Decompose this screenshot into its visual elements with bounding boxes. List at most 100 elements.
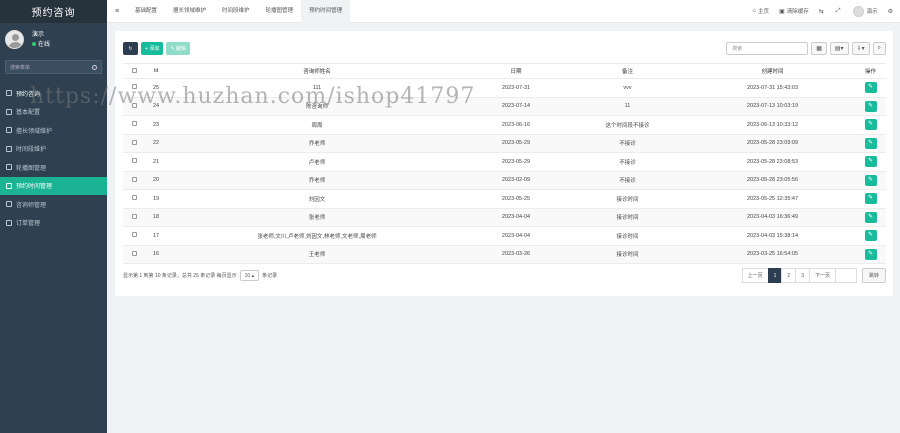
row-checkbox[interactable]: [123, 97, 145, 116]
table-row[interactable]: 25 111 2023-07-31 vvv 2023-07-31 15:43:03 ✎: [123, 78, 886, 98]
sidebar-item-counselor[interactable]: 咨询师管理: [0, 195, 107, 214]
header-name[interactable]: 咨询师姓名: [167, 63, 467, 79]
row-checkbox[interactable]: [123, 78, 145, 98]
home-link[interactable]: ⌂ 主页: [747, 7, 774, 15]
search-icon: ⌕: [877, 45, 881, 51]
advanced-search-button[interactable]: ⌕: [872, 42, 886, 55]
columns-button[interactable]: ▤▾: [829, 42, 849, 55]
cell-remark: 不接诊: [565, 171, 690, 190]
cell-name: 刘因文: [167, 189, 467, 209]
cell-created: 2023-03-25 16:54:05: [690, 245, 855, 264]
list-icon: [6, 201, 12, 208]
header-created[interactable]: 创建时间: [690, 63, 855, 79]
tab-appointment-time[interactable]: 预约时间管理: [301, 0, 351, 23]
table-row[interactable]: 24 陈咨询师 2023-07-14 11 2023-07-13 10:03:19 ✎: [123, 97, 886, 116]
table-row[interactable]: 17 张老师,文川,卢老师,刘因文,林老师,文老师,周老师 2023-04-04 接诊…: [123, 226, 886, 246]
cell-created: 2023-04-03 15:38:14: [690, 226, 855, 246]
sidebar: 预约咨询 演示 在线 搜索菜单 预约咨询 基本配置 擅长领域维护 时间段维护 轮…: [0, 0, 107, 433]
pencil-icon: ✎: [867, 139, 874, 146]
add-button[interactable]: + 添加: [141, 42, 164, 55]
row-edit-button[interactable]: ✎: [864, 119, 877, 131]
table-row[interactable]: 22 乔老师 2023-05-29 不接诊 2023-05-28 23:09:09 ✎: [123, 134, 886, 153]
table-row[interactable]: 20 乔老师 2023-02-09 不接诊 2023-05-28 23:05:56 ✎: [123, 171, 886, 190]
cell-id: 18: [145, 208, 167, 227]
cell-name: 乔老师: [167, 171, 467, 190]
row-edit-button[interactable]: ✎: [864, 211, 877, 223]
search-input[interactable]: 搜索: [726, 42, 809, 55]
row-checkbox[interactable]: [123, 208, 145, 227]
export-button[interactable]: ⇩▾: [851, 42, 870, 55]
sidebar-item-timeslot[interactable]: 时间段维护: [0, 140, 107, 159]
sidebar-item-orders[interactable]: 订单管理: [0, 214, 107, 233]
cell-name: 周周: [167, 115, 467, 135]
sidebar-search-input[interactable]: 搜索菜单: [5, 60, 102, 74]
cell-actions: ✎: [855, 152, 886, 172]
table-row[interactable]: 16 王老师 2023-03-26 接诊时间 2023-03-25 16:54:05 ✎: [123, 245, 886, 264]
avatar[interactable]: [5, 30, 24, 49]
tab-timeslot[interactable]: 时间段维护: [214, 0, 258, 23]
row-edit-button[interactable]: ✎: [864, 193, 877, 205]
row-checkbox[interactable]: [123, 134, 145, 153]
row-edit-button[interactable]: ✎: [864, 156, 877, 168]
table-row[interactable]: 19 刘因文 2023-05-25 接诊时间 2023-05-25 12:35:47 ✎: [123, 189, 886, 209]
row-edit-button[interactable]: ✎: [864, 137, 877, 149]
cell-date: 2023-05-29: [467, 152, 565, 172]
prev-page-button[interactable]: 上一页: [741, 268, 769, 283]
header-date[interactable]: 日期: [467, 63, 565, 79]
table-row[interactable]: 18 张老师 2023-04-04 接诊时间 2023-04-03 16:36:49 ✎: [123, 208, 886, 227]
sidebar-item-appointment-time[interactable]: 预约时间管理: [0, 176, 107, 195]
row-edit-button[interactable]: ✎: [864, 174, 877, 186]
translate-button[interactable]: ⇆: [814, 8, 831, 15]
next-page-button[interactable]: 下一页: [808, 268, 836, 283]
edit-button[interactable]: ✎ 编辑: [166, 42, 190, 55]
table-icon: ▦: [816, 46, 822, 52]
cell-date: 2023-04-04: [467, 208, 565, 227]
table-row[interactable]: 21 卢老师 2023-05-29 不接诊 2023-05-28 23:08:53 ✎: [123, 152, 886, 172]
row-checkbox[interactable]: [123, 189, 145, 209]
row-edit-button[interactable]: ✎: [864, 82, 877, 94]
cell-created: 2023-07-31 15:43:03: [690, 78, 855, 98]
select-all-checkbox[interactable]: [123, 63, 145, 79]
cell-date: 2023-06-16: [467, 115, 565, 135]
refresh-button[interactable]: ↻: [123, 42, 138, 55]
sidebar-item-expertise[interactable]: 擅长领域维护: [0, 121, 107, 140]
menu-toggle-icon[interactable]: ≡: [107, 8, 127, 15]
header-remark[interactable]: 备注: [565, 63, 690, 79]
page-3-button[interactable]: 3: [795, 268, 810, 283]
tab-basic-config[interactable]: 基础配置: [127, 0, 165, 23]
settings-button[interactable]: ⚙: [883, 8, 900, 15]
pencil-icon: ✎: [170, 45, 175, 52]
tab-expertise[interactable]: 擅长领域维护: [165, 0, 214, 23]
sidebar-item-basic-config[interactable]: 基本配置: [0, 103, 107, 122]
row-edit-button[interactable]: ✎: [864, 248, 877, 260]
user-menu[interactable]: 演示: [848, 5, 883, 17]
page-1-button[interactable]: 1: [767, 268, 783, 283]
header-id[interactable]: Id: [145, 63, 167, 79]
jump-button[interactable]: 跳转: [861, 268, 886, 283]
row-checkbox[interactable]: [123, 152, 145, 172]
row-checkbox[interactable]: [123, 245, 145, 264]
toggle-view-button[interactable]: ▦: [811, 42, 827, 55]
pagination: 上一页 1 2 3 下一页: [741, 268, 857, 283]
page-2-button[interactable]: 2: [781, 268, 797, 283]
row-edit-button[interactable]: ✎: [864, 230, 877, 242]
table-row[interactable]: 23 周周 2023-06-16 这个时间段不接诊 2023-06-13 10:33:1…: [123, 115, 886, 135]
sidebar-item-carousel[interactable]: 轮播图管理: [0, 158, 107, 177]
sidebar-item-appointment[interactable]: 预约咨询: [0, 84, 107, 103]
fullscreen-icon: ⤢: [835, 7, 841, 14]
page-size-select[interactable]: 10 ▴: [239, 270, 260, 281]
clear-cache-button[interactable]: ▣ 清除缓存: [774, 7, 814, 16]
cell-actions: ✎: [855, 134, 886, 153]
row-checkbox[interactable]: [123, 171, 145, 190]
row-edit-button[interactable]: ✎: [864, 100, 877, 112]
row-checkbox[interactable]: [123, 115, 145, 135]
pencil-icon: ✎: [867, 176, 874, 183]
cell-date: 2023-02-09: [467, 171, 565, 190]
row-checkbox[interactable]: [123, 226, 145, 246]
tab-carousel[interactable]: 轮播图管理: [258, 0, 302, 23]
fullscreen-button[interactable]: ⤢: [831, 8, 848, 15]
list-icon: [6, 145, 12, 152]
cell-id: 19: [145, 189, 167, 209]
jump-page-input[interactable]: [835, 268, 857, 283]
cell-created: 2023-07-13 10:03:19: [690, 97, 855, 116]
